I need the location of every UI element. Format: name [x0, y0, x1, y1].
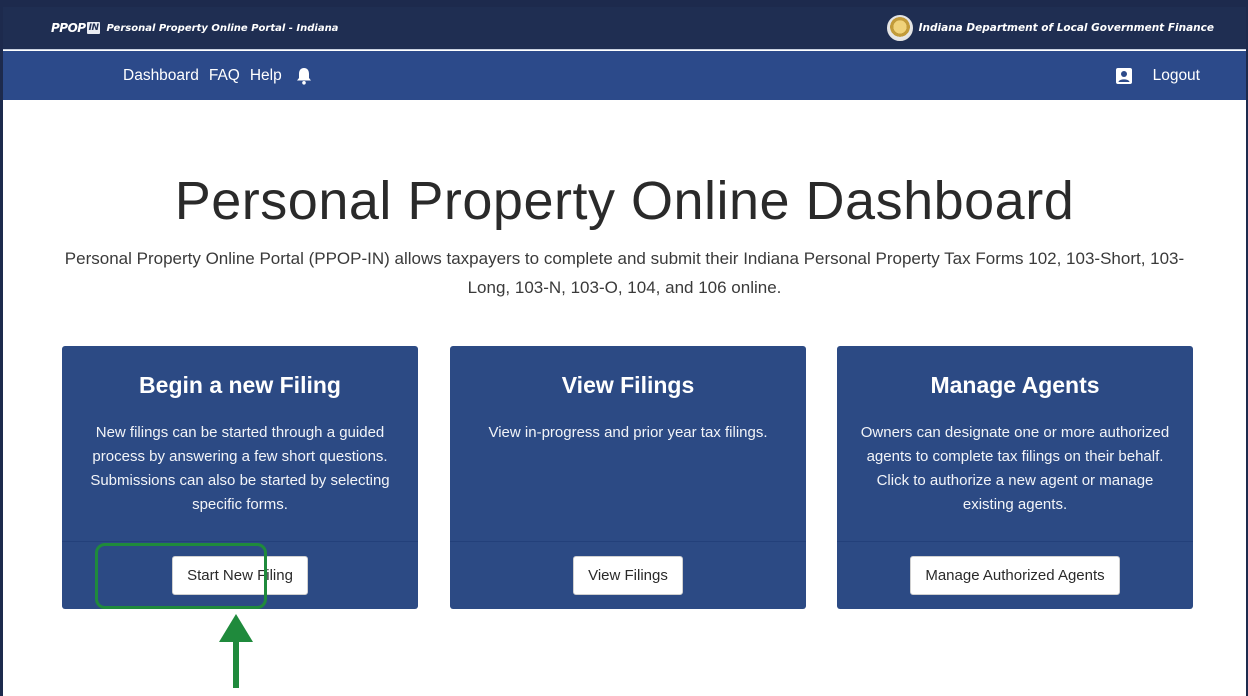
portal-title: Personal Property Online Portal - Indian… — [106, 22, 339, 34]
logout-link[interactable]: Logout — [1153, 67, 1200, 85]
nav-user: Logout — [1115, 67, 1200, 85]
nav-links: Dashboard FAQ Help — [123, 67, 312, 85]
start-new-filing-button[interactable]: Start New Filing — [172, 556, 308, 595]
page-description: Personal Property Online Portal (PPOP-IN… — [64, 249, 1185, 297]
bell-icon[interactable] — [296, 67, 312, 85]
card-view-filings: View Filings View in-progress and prior … — [450, 346, 806, 609]
card-text: Owners can designate one or more authori… — [860, 424, 1170, 513]
card-text: New filings can be started through a gui… — [90, 424, 390, 513]
logo-text: PPOP — [51, 21, 86, 35]
card-footer: Manage Authorized Agents — [837, 541, 1193, 609]
nav-bar: Dashboard FAQ Help Logout — [3, 51, 1246, 100]
card-footer: View Filings — [450, 541, 806, 609]
brand[interactable]: PPOP IN Personal Property Online Portal -… — [51, 21, 338, 35]
card-title: Begin a new Filing — [139, 372, 341, 398]
nav-dashboard[interactable]: Dashboard — [123, 67, 199, 85]
arrow-up-icon — [219, 614, 253, 688]
card-footer: Start New Filing — [62, 541, 418, 609]
logo-in: IN — [86, 22, 101, 34]
department[interactable]: Indiana Department of Local Government F… — [886, 15, 1214, 41]
main-content: Personal Property Online Dashboard Perso… — [3, 100, 1246, 696]
view-filings-button[interactable]: View Filings — [573, 556, 683, 595]
seal-icon — [886, 15, 913, 41]
manage-authorized-agents-button[interactable]: Manage Authorized Agents — [910, 556, 1120, 595]
card-row: Begin a new Filing New filings can be st… — [3, 346, 1246, 609]
card-manage-agents: Manage Agents Owners can designate one o… — [837, 346, 1193, 609]
card-new-filing: Begin a new Filing New filings can be st… — [62, 346, 418, 609]
card-text: View in-progress and prior year tax fili… — [488, 424, 768, 441]
card-title: View Filings — [561, 372, 695, 398]
nav-help[interactable]: Help — [250, 67, 282, 85]
department-title: Indiana Department of Local Government F… — [918, 22, 1214, 34]
top-bar: PPOP IN Personal Property Online Portal -… — [3, 7, 1246, 50]
card-title: Manage Agents — [930, 372, 1100, 398]
page-title: Personal Property Online Dashboard — [174, 171, 1075, 231]
nav-faq[interactable]: FAQ — [209, 67, 240, 85]
user-icon[interactable] — [1115, 67, 1133, 85]
ppop-logo: PPOP IN — [51, 21, 101, 35]
